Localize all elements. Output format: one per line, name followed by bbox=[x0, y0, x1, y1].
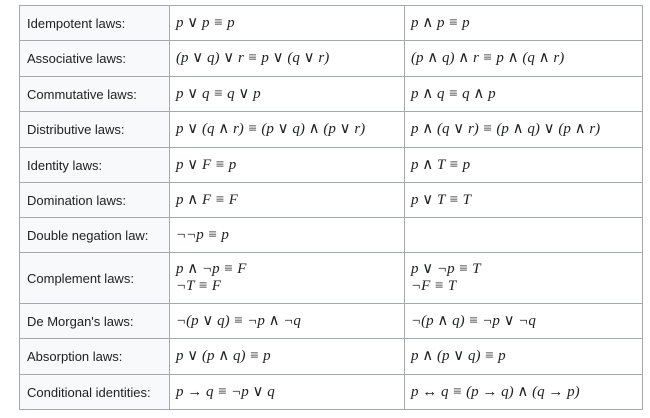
law-name: Identity laws: bbox=[19, 147, 170, 183]
law-name: Conditional identities: bbox=[19, 374, 170, 410]
expression-line: ¬(p ∧ q) ≡ ¬p ∨ ¬q bbox=[411, 312, 536, 329]
table-row: Commutative laws: p ∨ q ≡ q ∨ p p ∧ q ≡ … bbox=[19, 76, 643, 112]
law-expression-right: p ∨ ¬p ≡ T ¬F ≡ T bbox=[404, 252, 643, 304]
table-row: De Morgan's laws: ¬(p ∨ q) ≡ ¬p ∧ ¬q ¬(p… bbox=[19, 303, 643, 339]
expression-line: p ∧ T ≡ p bbox=[411, 156, 471, 173]
table-row: Absorption laws: p ∨ (p ∧ q) ≡ p p ∧ (p … bbox=[19, 338, 643, 375]
law-expression-right: p ∧ (p ∨ q) ≡ p bbox=[404, 338, 643, 375]
law-expression-right: p ∧ p ≡ p bbox=[404, 5, 643, 41]
law-expression-right: p ∧ T ≡ p bbox=[404, 147, 643, 183]
expression-line: ¬(p ∨ q) ≡ ¬p ∧ ¬q bbox=[176, 312, 301, 329]
law-expression-right: ¬(p ∧ q) ≡ ¬p ∨ ¬q bbox=[404, 303, 643, 339]
law-expression-right: (p ∧ q) ∧ r ≡ p ∧ (q ∧ r) bbox=[404, 40, 643, 77]
table-row: Associative laws: (p ∨ q) ∨ r ≡ p ∨ (q ∨… bbox=[19, 40, 643, 77]
expression-line: p ∨ (q ∧ r) ≡ (p ∨ q) ∧ (p ∨ r) bbox=[176, 121, 366, 137]
law-expression-right: p ↔ q ≡ (p → q) ∧ (q → p) bbox=[404, 374, 643, 410]
law-name: De Morgan's laws: bbox=[19, 303, 170, 339]
expression-line: ¬F ≡ T bbox=[411, 278, 457, 294]
table-row: Domination laws: p ∧ F ≡ F p ∨ T ≡ T bbox=[19, 182, 643, 218]
law-name: Domination laws: bbox=[19, 182, 170, 218]
expression-line: p ∨ q ≡ q ∨ p bbox=[176, 85, 261, 102]
law-expression-left: (p ∨ q) ∨ r ≡ p ∨ (q ∨ r) bbox=[169, 40, 405, 77]
table-row: Conditional identities: p → q ≡ ¬p ∨ q p… bbox=[19, 374, 643, 410]
table-row: Distributive laws: p ∨ (q ∧ r) ≡ (p ∨ q)… bbox=[19, 111, 643, 148]
expression-line: p ↔ q ≡ (p → q) ∧ (q → p) bbox=[411, 383, 580, 400]
law-name: Double negation law: bbox=[19, 217, 170, 253]
expression-line: p → q ≡ ¬p ∨ q bbox=[176, 383, 275, 400]
expression-line: p ∧ (p ∨ q) ≡ p bbox=[411, 348, 506, 364]
expression-line: p ∨ (p ∧ q) ≡ p bbox=[176, 348, 271, 364]
expression-line: p ∧ F ≡ F bbox=[176, 191, 238, 208]
law-expression-left: p ∨ q ≡ q ∨ p bbox=[169, 76, 405, 112]
law-name: Associative laws: bbox=[19, 40, 170, 77]
table-row: Complement laws: p ∧ ¬p ≡ F ¬T ≡ F p ∨ ¬… bbox=[19, 252, 643, 304]
expression-line: p ∧ p ≡ p bbox=[411, 14, 470, 31]
law-expression-right: p ∧ (q ∨ r) ≡ (p ∧ q) ∨ (p ∧ r) bbox=[404, 111, 643, 148]
expression-line: p ∧ (q ∨ r) ≡ (p ∧ q) ∨ (p ∧ r) bbox=[411, 121, 601, 137]
expression-line: (p ∧ q) ∧ r ≡ p ∧ (q ∧ r) bbox=[411, 50, 565, 66]
expression-line: ¬¬p ≡ p bbox=[176, 226, 229, 243]
expression-line: ¬T ≡ F bbox=[176, 278, 221, 294]
table-row: Idempotent laws: p ∨ p ≡ p p ∧ p ≡ p bbox=[19, 5, 643, 41]
law-expression-left: p ∨ (p ∧ q) ≡ p bbox=[169, 338, 405, 375]
law-name: Idempotent laws: bbox=[19, 5, 170, 41]
expression-line: p ∧ ¬p ≡ F bbox=[176, 261, 247, 277]
expression-line: p ∨ T ≡ T bbox=[411, 191, 472, 208]
table-row: Identity laws: p ∨ F ≡ p p ∧ T ≡ p bbox=[19, 147, 643, 183]
table-row: Double negation law: ¬¬p ≡ p bbox=[19, 217, 643, 253]
law-expression-left: p ∧ ¬p ≡ F ¬T ≡ F bbox=[169, 252, 405, 304]
expression-line: p ∧ q ≡ q ∧ p bbox=[411, 85, 496, 102]
law-expression-left: p → q ≡ ¬p ∨ q bbox=[169, 374, 405, 410]
law-name: Distributive laws: bbox=[19, 111, 170, 148]
expression-line: p ∨ ¬p ≡ T bbox=[411, 261, 481, 277]
logical-equivalence-table: Idempotent laws: p ∨ p ≡ p p ∧ p ≡ p Ass… bbox=[19, 5, 643, 410]
law-name: Commutative laws: bbox=[19, 76, 170, 112]
expression-line: p ∨ p ≡ p bbox=[176, 14, 235, 31]
law-name: Absorption laws: bbox=[19, 338, 170, 375]
law-expression-left: p ∨ F ≡ p bbox=[169, 147, 405, 183]
expression-line: (p ∨ q) ∨ r ≡ p ∨ (q ∨ r) bbox=[176, 50, 330, 66]
expression-line: p ∨ F ≡ p bbox=[176, 156, 237, 173]
law-expression-left: ¬¬p ≡ p bbox=[169, 217, 405, 253]
law-expression-left: p ∧ F ≡ F bbox=[169, 182, 405, 218]
law-expression-right: p ∨ T ≡ T bbox=[404, 182, 643, 218]
law-expression-left: p ∨ p ≡ p bbox=[169, 5, 405, 41]
law-expression-left: ¬(p ∨ q) ≡ ¬p ∧ ¬q bbox=[169, 303, 405, 339]
law-name: Complement laws: bbox=[19, 252, 170, 304]
law-expression-left: p ∨ (q ∧ r) ≡ (p ∨ q) ∧ (p ∨ r) bbox=[169, 111, 405, 148]
law-expression-right: p ∧ q ≡ q ∧ p bbox=[404, 76, 643, 112]
law-expression-right-empty bbox=[404, 217, 643, 253]
